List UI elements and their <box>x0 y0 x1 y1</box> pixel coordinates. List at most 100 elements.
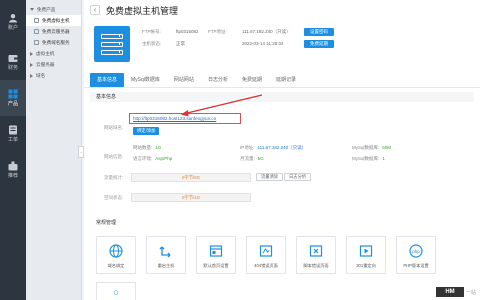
menu-item-free-domain[interactable]: 免费域名服务 <box>26 37 81 48</box>
menu-item-label: 免费云服务器 <box>42 28 70 34</box>
ftp-address-value: 111.67.182.240（只读） <box>242 29 291 34</box>
site-count: 网站数量: 1G <box>133 145 162 150</box>
menu-group-vhost[interactable]: 虚拟主机 <box>26 48 81 59</box>
bind-domain-button[interactable]: 绑定/添加 <box>133 127 160 135</box>
space-label: 空间状态: <box>104 195 124 200</box>
svg-text:php: php <box>412 249 420 254</box>
ticket-icon <box>9 125 17 135</box>
page-header: ‹ 免费虚拟主机管理 <box>84 0 480 20</box>
redirect-icon <box>359 245 373 257</box>
php-icon: php <box>409 244 423 258</box>
menu-item-free-cloud[interactable]: 免费云服务器 <box>26 26 81 37</box>
menu-group-label: 云服务器 <box>36 61 55 67</box>
tool-restart[interactable]: 重启主机 <box>146 236 186 274</box>
host-status-value: 正常 <box>176 41 185 46</box>
page-title: 免费虚拟主机管理 <box>106 5 179 16</box>
menu-group-label: 虚拟主机 <box>36 50 55 56</box>
tool-label: 域名绑定 <box>107 263 125 268</box>
tool-label: 默认首页设置 <box>203 263 229 268</box>
ftp-account-label: FTP帐号: <box>142 29 161 34</box>
menu-item-label: 免费虚拟主机 <box>42 17 70 23</box>
globe-icon <box>109 244 123 258</box>
tab-basic-info[interactable]: 基本信息 <box>90 73 125 87</box>
nav-referral[interactable]: 推荐 <box>0 152 26 188</box>
nav-tickets-label: 工单 <box>7 137 18 143</box>
tab-log-analysis[interactable]: 日志分析 <box>201 73 235 87</box>
traffic-label: 流量统计: <box>104 175 124 180</box>
monthly-bandwidth: 月流量: 5G <box>240 156 264 161</box>
restart-icon <box>159 246 171 258</box>
mysql-count: MySql数据库: 1 <box>352 156 385 161</box>
tool-label: 404错误页面 <box>254 263 278 268</box>
server-icon <box>94 26 130 62</box>
tool-script-error[interactable]: 脚本错误页面 <box>296 236 336 274</box>
watermark: HM 一站 <box>435 287 476 297</box>
homepage-icon <box>209 245 223 257</box>
expire-date: 2022-03-14 11:25:02 <box>242 41 284 46</box>
space-usage-bar: 0字节/1G <box>131 193 251 202</box>
mysql-size: MySql数据库: 50M <box>352 145 392 150</box>
share-icon <box>8 161 18 171</box>
menu-group-free-label: 免费产品 <box>37 6 56 12</box>
nav-tickets[interactable]: 工单 <box>0 116 26 152</box>
tab-website[interactable]: 网站网站 <box>167 73 201 87</box>
menu-group-label: 域名 <box>36 72 46 78</box>
app-window: 账户 财务 产品 工单 推荐 免费产品 免费虚拟主机 免费云服务器 免费域名服务… <box>0 0 480 300</box>
tool-404-page[interactable]: 404错误页面 <box>246 236 286 274</box>
menu-group-domain[interactable]: 域名 <box>26 70 81 81</box>
tab-free-renew[interactable]: 免费延期 <box>235 73 269 87</box>
tool-301-redirect[interactable]: 301重定向 <box>346 236 386 274</box>
nav-finance[interactable]: 财务 <box>0 44 26 80</box>
cloud-icon <box>34 29 39 34</box>
nav-account[interactable]: 账户 <box>0 0 26 44</box>
user-icon <box>9 14 17 23</box>
watermark-text: 一站 <box>465 289 476 296</box>
tool-default-homepage[interactable]: 默认首页设置 <box>196 236 236 274</box>
language-env: 语言环境: Asp/Php <box>133 156 173 161</box>
product-summary: FTP帐号: ftp0315082 FTP地址: 111.67.182.240（… <box>84 20 480 70</box>
chevron-right-icon <box>30 51 33 56</box>
traffic-usage-bar: 0字节/5G <box>131 173 251 182</box>
menu-group-cloud[interactable]: 云服务器 <box>26 59 81 70</box>
renew-button[interactable]: 免费延期 <box>304 40 334 48</box>
domain-icon <box>34 40 39 45</box>
space-usage-text: 0字节/1G <box>182 195 200 200</box>
grid-icon <box>8 89 18 99</box>
chevron-down-icon <box>30 8 34 11</box>
clear-traffic-button[interactable]: 流量清除 <box>256 173 284 181</box>
traffic-usage-text: 0字节/5G <box>182 175 200 180</box>
menu-item-free-vhost[interactable]: 免费虚拟主机 <box>26 15 81 26</box>
404-icon <box>259 245 273 257</box>
nav-products[interactable]: 产品 <box>0 80 26 116</box>
domain-label: 网站域名: <box>104 125 124 130</box>
tool-label: 脚本错误页面 <box>303 263 329 268</box>
chevron-right-icon <box>30 73 33 78</box>
secondary-menu: 免费产品 免费虚拟主机 免费云服务器 免费域名服务 虚拟主机 云服务器 域名 <box>26 0 82 300</box>
menu-group-free[interactable]: 免费产品 <box>26 4 81 15</box>
primary-nav: 账户 财务 产品 工单 推荐 <box>0 0 26 300</box>
host-status-label: 主机状态: <box>142 41 162 46</box>
chevron-right-icon <box>30 62 33 67</box>
site-url-link[interactable]: http://ftp0315082.host123.sanfengyun.cn <box>133 116 216 121</box>
nav-finance-label: 财务 <box>7 65 18 71</box>
set-password-button[interactable]: 设置密码 <box>304 28 334 36</box>
tool-label: 301重定向 <box>356 263 376 268</box>
back-button[interactable]: ‹ <box>90 5 100 15</box>
tab-bar: 基本信息 MySql数据库 网站网站 日志分析 免费延期 延期记录 <box>84 72 480 88</box>
wallet-icon <box>8 55 18 62</box>
watermark-logo: HM <box>435 287 464 297</box>
nav-referral-label: 推荐 <box>7 173 18 179</box>
nav-products-label: 产品 <box>7 101 18 107</box>
server-icon <box>34 18 39 23</box>
product-info: FTP帐号: ftp0315082 FTP地址: 111.67.182.240（… <box>142 26 334 50</box>
tab-renew-records[interactable]: 延期记录 <box>269 73 303 87</box>
tool-php-version[interactable]: php PHP版本设置 <box>396 236 436 274</box>
script-error-icon <box>309 245 323 257</box>
tool-more[interactable] <box>96 282 136 300</box>
tab-mysql[interactable]: MySql数据库 <box>124 73 167 87</box>
tool-domain-bind[interactable]: 域名绑定 <box>96 236 136 274</box>
menu-item-label: 免费域名服务 <box>42 39 70 45</box>
log-analysis-button[interactable]: 日志分析 <box>284 173 312 181</box>
tool-label: 重启主机 <box>157 263 175 268</box>
section-tools-title: 常规管理 <box>96 220 117 226</box>
